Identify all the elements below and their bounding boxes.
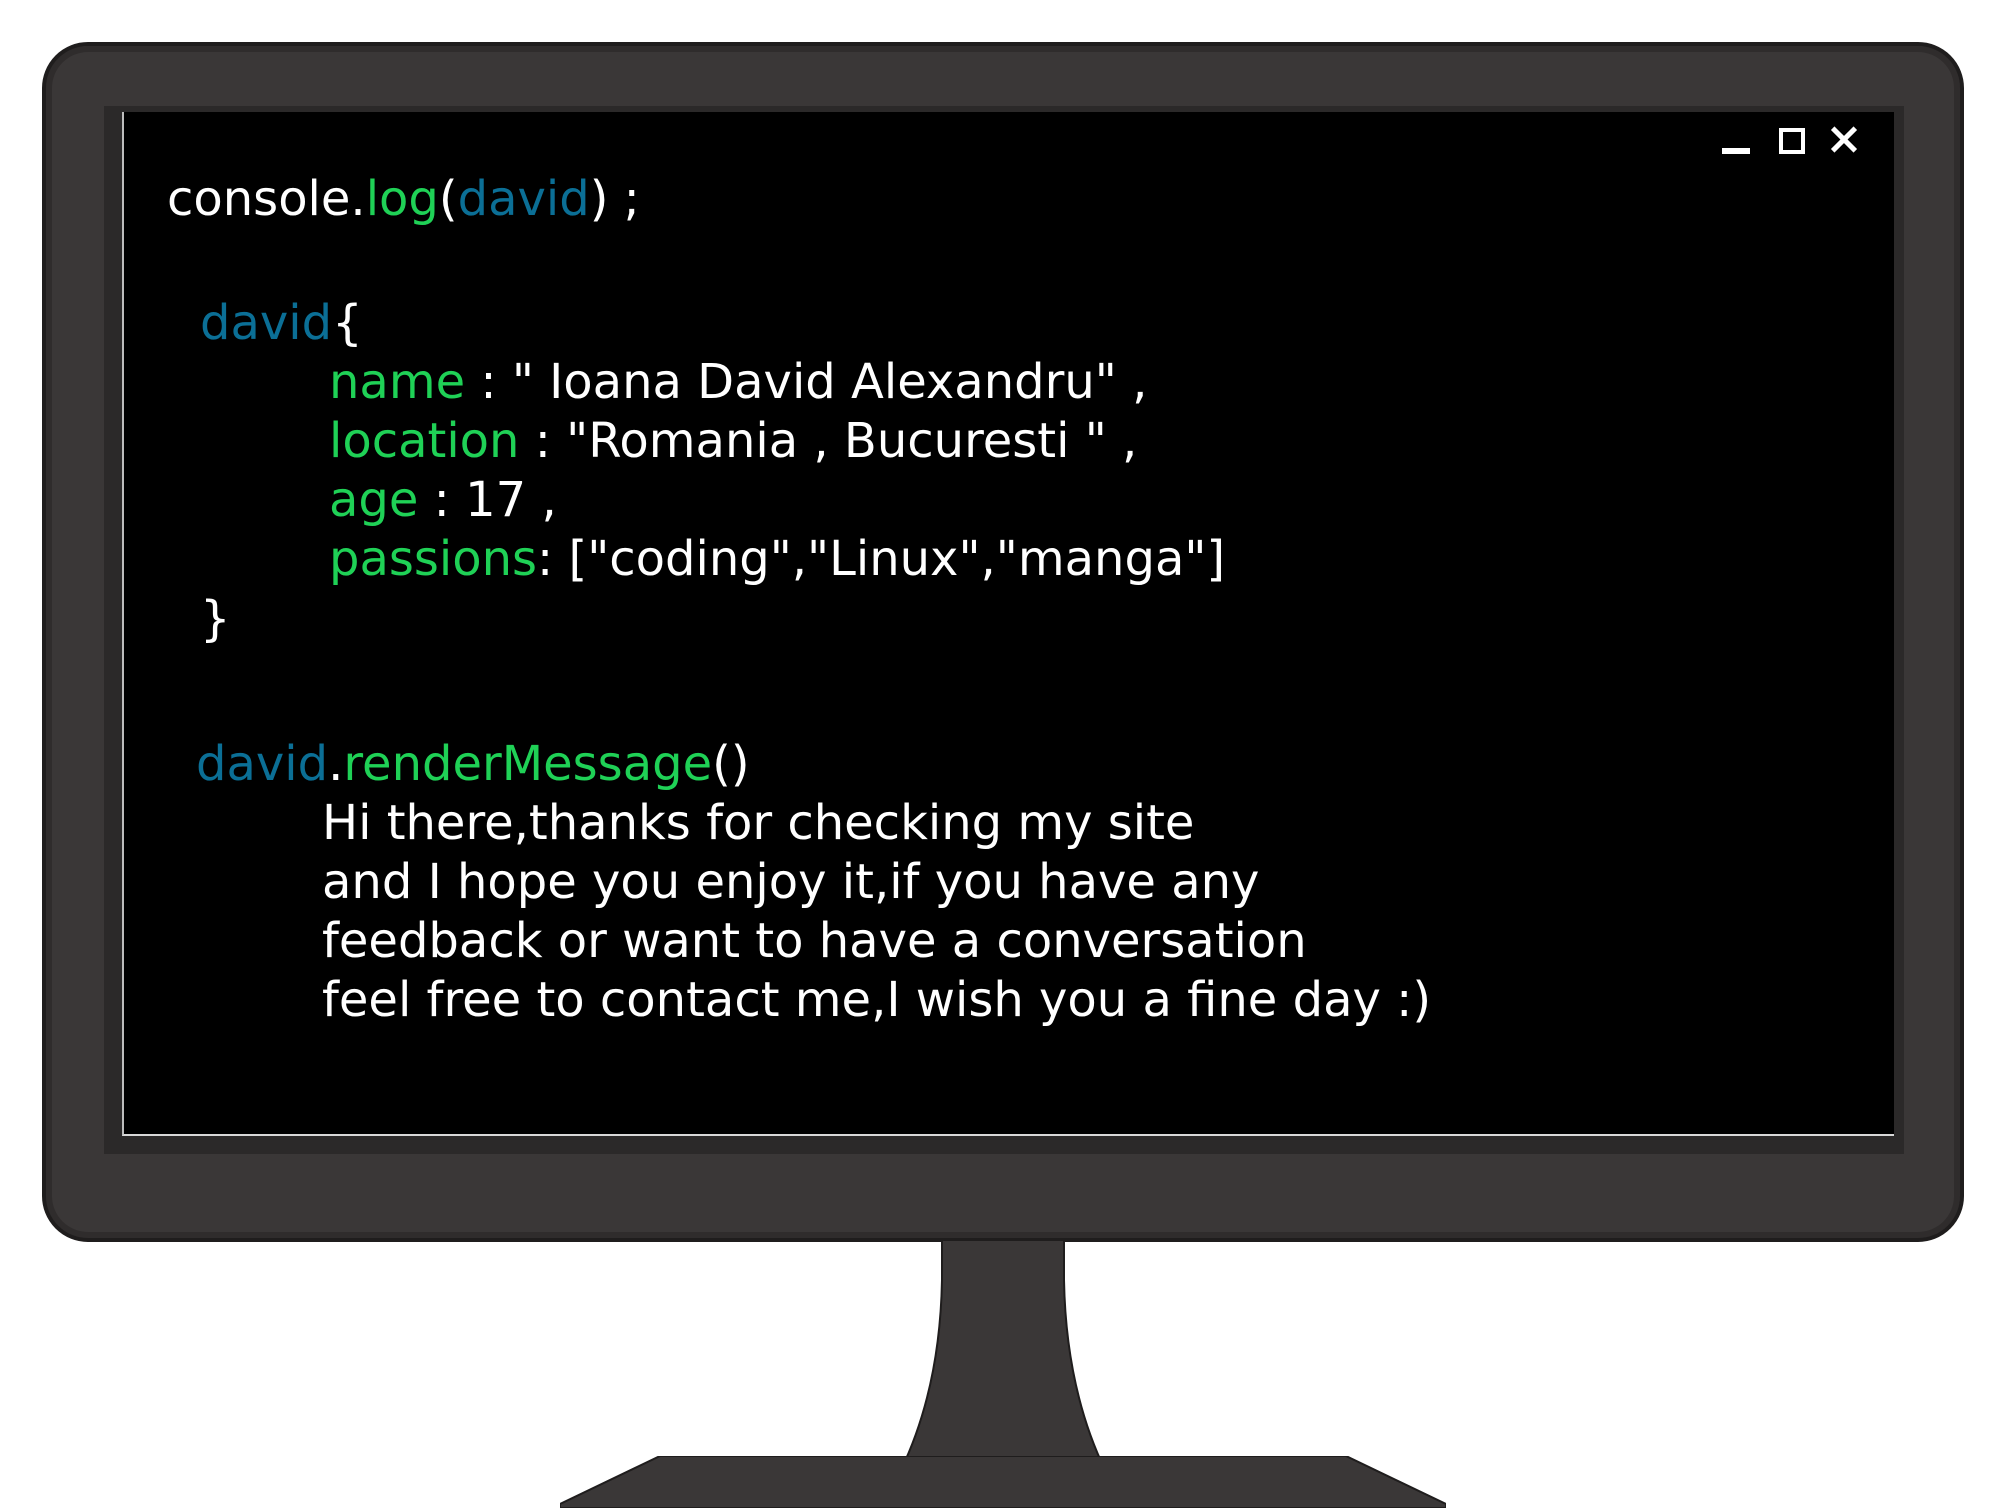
window-controls [1718,122,1862,158]
property-key: passions [329,531,538,587]
close-icon[interactable] [1826,122,1862,158]
message-line: Hi there,thanks for checking my site [322,795,1195,851]
message-line: feel free to contact me,I wish you a fin… [322,972,1432,1028]
property-line: location : "Romania , Bucuresti " , [329,412,1225,471]
property-key: name [329,354,466,410]
minimize-icon[interactable] [1718,122,1754,158]
property-key: location [329,413,520,469]
dot: . [350,171,366,227]
welcome-message: Hi there,thanks for checking my site and … [322,794,1431,1030]
message-line: and I hope you enjoy it,if you have any [322,854,1260,910]
render-message-call: david.renderMessage() [196,735,750,794]
log-method: log [365,171,439,227]
object-declaration: david{ [200,294,363,353]
property-line: age : 17 , [329,471,1225,530]
console-keyword: console [167,171,351,227]
message-line: feedback or want to have a conversation [322,913,1307,969]
render-method: renderMessage [343,736,713,792]
render-object: david [196,736,329,792]
property-value: : " Ioana David Alexandru" , [465,354,1148,410]
log-argument: david [457,171,590,227]
property-line: passions: ["coding","Linux","manga"] [329,530,1225,589]
dot: . [328,736,344,792]
property-value: : "Romania , Bucuresti " , [519,413,1138,469]
console-log-line: console.log(david) ; [167,170,640,229]
close-brace: } [200,591,231,647]
property-value: : 17 , [418,472,557,528]
object-name: david [200,295,333,351]
open-brace: { [332,295,363,351]
property-key: age [329,472,419,528]
maximize-icon[interactable] [1772,122,1808,158]
monitor-illustration: console.log(david) ; david{ name : " Ioa… [0,0,2000,1508]
property-line: name : " Ioana David Alexandru" , [329,353,1225,412]
object-properties: name : " Ioana David Alexandru" , locatio… [329,353,1225,589]
monitor-stand-base [560,1456,1446,1508]
parens: () [712,736,750,792]
property-value: : ["coding","Linux","manga"] [537,531,1226,587]
close-paren: ) ; [589,171,640,227]
open-paren: ( [438,171,458,227]
monitor-stand-neck [900,1240,1106,1472]
